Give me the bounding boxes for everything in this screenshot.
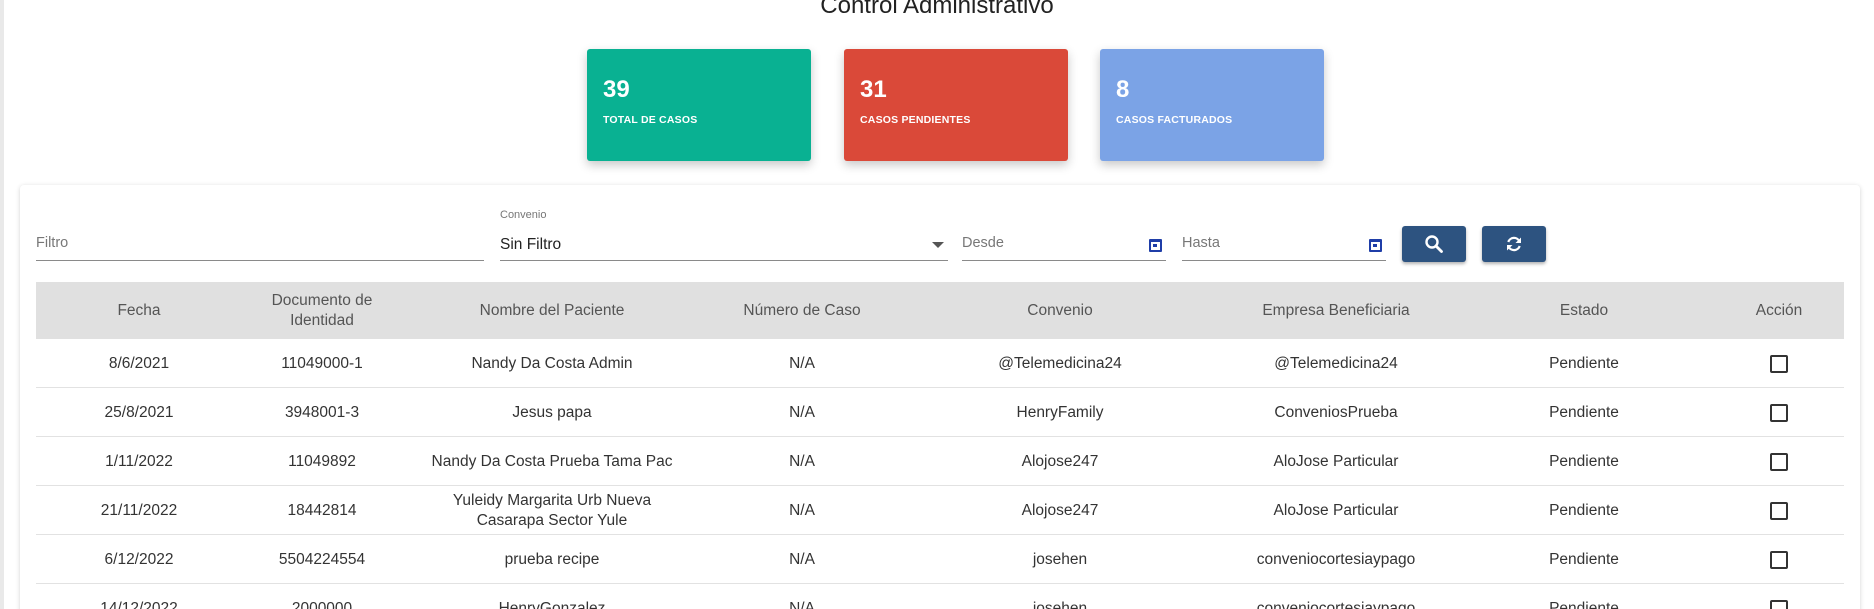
cell-estado: Pendiente <box>1549 550 1619 568</box>
refresh-button[interactable] <box>1482 226 1546 262</box>
cell-empresa: AloJose Particular <box>1273 501 1399 519</box>
cell-convenio: Alojose247 <box>1021 501 1099 519</box>
cell-documento: 3948001-3 <box>284 403 360 421</box>
header-fecha: Fecha <box>117 301 161 319</box>
cell-estado: Pendiente <box>1549 452 1619 470</box>
search-button[interactable] <box>1402 226 1466 262</box>
row-select-checkbox[interactable] <box>1770 403 1788 422</box>
cell-accion <box>1714 339 1844 388</box>
cell-accion <box>1714 437 1844 486</box>
cell-accion <box>1714 535 1844 584</box>
total-cases-label: TOTAL DE CASOS <box>603 114 698 126</box>
cell-nombre: Yuleidy Margarita Urb Nueva Casarapa Sec… <box>452 491 652 529</box>
cell-convenio: HenryFamily <box>1016 403 1104 421</box>
cell-documento: 11049000-1 <box>281 354 363 372</box>
window-left-edge <box>0 0 4 609</box>
cell-accion <box>1714 486 1844 535</box>
date-from-placeholder: Desde <box>962 235 1004 251</box>
cell-convenio: josehen <box>1032 550 1088 568</box>
cell-fecha: 21/11/2022 <box>100 501 178 519</box>
cases-panel: Filtro Convenio Sin Filtro Desde Hasta F… <box>20 185 1860 609</box>
cell-empresa: @Telemedicina24 <box>1274 354 1398 372</box>
header-documento: Documento de Identidad <box>271 291 373 329</box>
billed-cases-card: 8 CASOS FACTURADOS <box>1100 49 1324 161</box>
total-cases-card: 39 TOTAL DE CASOS <box>587 49 811 161</box>
cell-empresa: ConveniosPrueba <box>1274 403 1398 421</box>
filter-placeholder: Filtro <box>36 235 69 251</box>
date-to-placeholder: Hasta <box>1182 235 1220 251</box>
pending-cases-card: 31 CASOS PENDIENTES <box>844 49 1068 161</box>
header-empresa: Empresa Beneficiaria <box>1262 301 1410 319</box>
cell-numero-caso: N/A <box>789 452 815 470</box>
cell-fecha: 6/12/2022 <box>104 550 174 568</box>
filter-input[interactable]: Filtro <box>36 229 484 261</box>
header-numero-caso: Número de Caso <box>743 301 861 319</box>
page-title: Control Administrativo <box>820 0 1054 19</box>
cell-estado: Pendiente <box>1549 501 1619 519</box>
cell-numero-caso: N/A <box>789 354 815 372</box>
cell-numero-caso: N/A <box>789 550 815 568</box>
refresh-icon <box>1507 236 1521 252</box>
calendar-icon[interactable] <box>1149 239 1162 252</box>
cell-fecha: 1/11/2022 <box>105 452 173 470</box>
date-from-input[interactable]: Desde <box>962 229 1166 261</box>
cell-empresa: conveniocortesiaypago <box>1256 599 1416 609</box>
cell-fecha: 14/12/2022 <box>100 599 178 609</box>
cell-documento: 2000000 <box>291 599 353 609</box>
cell-numero-caso: N/A <box>789 501 815 519</box>
cell-numero-caso: N/A <box>789 599 815 609</box>
cell-nombre: Nandy Da Costa Admin <box>471 354 633 372</box>
cell-numero-caso: N/A <box>789 403 815 421</box>
cell-nombre: prueba recipe <box>504 550 600 568</box>
cell-documento: 5504224554 <box>278 550 366 568</box>
row-select-checkbox[interactable] <box>1770 550 1788 569</box>
cell-convenio: josehen <box>1032 599 1088 609</box>
cell-nombre: Jesus papa <box>512 403 592 421</box>
cell-nombre: HenryGonzalez <box>498 599 606 609</box>
pending-cases-label: CASOS PENDIENTES <box>860 114 971 126</box>
cell-convenio: @Telemedicina24 <box>998 354 1122 372</box>
cell-documento: 11049892 <box>288 452 356 470</box>
cell-documento: 18442814 <box>287 501 357 519</box>
convenio-label: Convenio <box>500 209 547 221</box>
convenio-value: Sin Filtro <box>500 236 562 253</box>
billed-cases-count: 8 <box>1116 76 1130 103</box>
table-row: 8/6/2021 11049000-1 Nandy Da Costa Admin N/… <box>36 339 1844 388</box>
header-nombre: Nombre del Paciente <box>479 301 625 319</box>
table-row: 14/12/2022 2000000 HenryGonzalez N/A josehen… <box>36 584 1844 609</box>
cell-estado: Pendiente <box>1549 354 1619 372</box>
total-cases-count: 39 <box>603 76 630 103</box>
billed-cases-label: CASOS FACTURADOS <box>1116 114 1233 126</box>
calendar-icon[interactable] <box>1369 239 1382 252</box>
table-row: 25/8/2021 3948001-3 Jesus papa N/A HenryFami… <box>36 388 1844 437</box>
row-select-checkbox[interactable] <box>1770 501 1788 520</box>
pending-cases-count: 31 <box>860 76 887 103</box>
cell-estado: Pendiente <box>1549 599 1619 609</box>
row-select-checkbox[interactable] <box>1770 599 1788 609</box>
cell-empresa: AloJose Particular <box>1273 452 1399 470</box>
summary-cards: 39 TOTAL DE CASOS 31 CASOS PENDIENTES 8 … <box>587 49 1325 161</box>
cell-empresa: conveniocortesiaypago <box>1256 550 1416 568</box>
header-convenio: Convenio <box>1027 301 1093 319</box>
table-row: 1/11/2022 11049892 Nandy Da Costa Prueba T… <box>36 437 1844 486</box>
date-to-input[interactable]: Hasta <box>1182 229 1386 261</box>
table-row: 6/12/2022 5504224554 prueba recipe N/A joseh… <box>36 535 1844 584</box>
row-select-checkbox[interactable] <box>1770 354 1788 373</box>
cell-fecha: 25/8/2021 <box>104 403 174 421</box>
cell-estado: Pendiente <box>1549 403 1619 421</box>
convenio-select[interactable]: Convenio Sin Filtro <box>500 209 948 261</box>
chevron-down-icon[interactable] <box>932 242 944 248</box>
header-accion: Acción <box>1755 301 1803 319</box>
header-estado: Estado <box>1559 301 1609 319</box>
cell-fecha: 8/6/2021 <box>108 354 170 372</box>
row-select-checkbox[interactable] <box>1770 452 1788 471</box>
table-header: Fecha Documento de Identidad Nombre del … <box>36 282 1844 339</box>
search-icon <box>1425 235 1443 253</box>
cell-nombre: Nandy Da Costa Prueba Tama Pac <box>431 452 673 470</box>
table-row: 21/11/2022 18442814 Yuleidy Margarita Urb … <box>36 486 1844 535</box>
cell-convenio: Alojose247 <box>1021 452 1099 470</box>
cell-accion <box>1714 584 1844 609</box>
cell-accion <box>1714 388 1844 437</box>
